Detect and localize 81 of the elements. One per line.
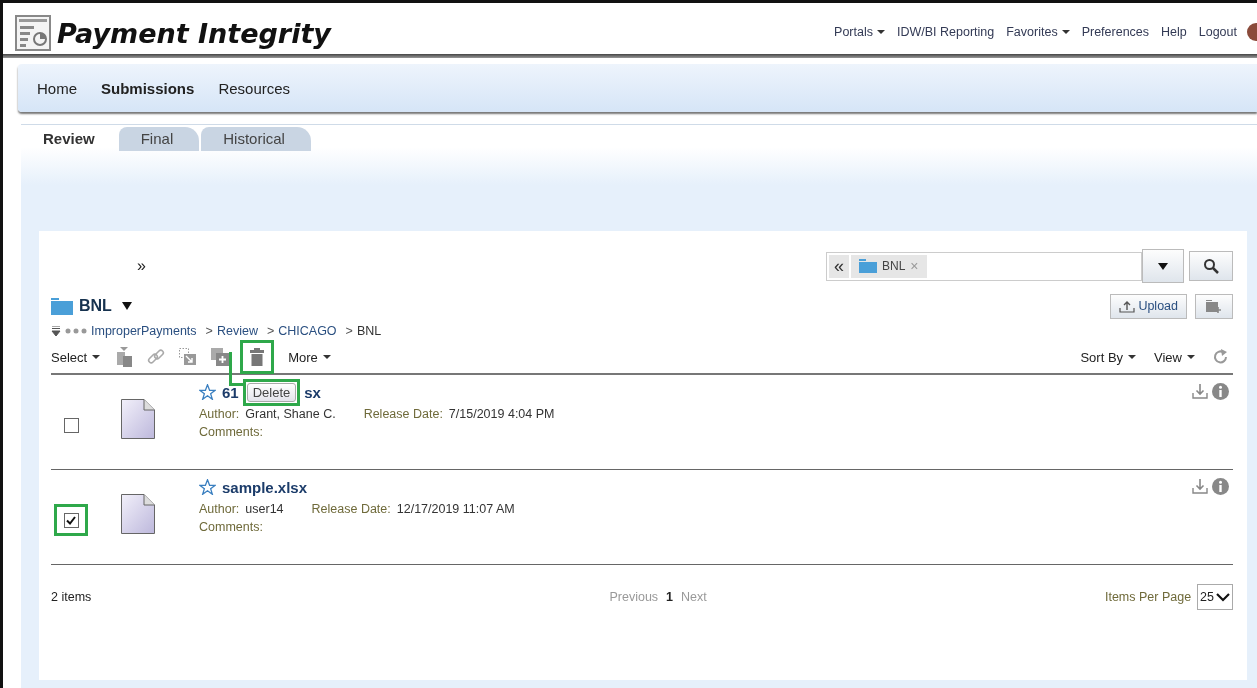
items-per-page-select[interactable]: 25 [1197,584,1233,610]
breadcrumb-separator: > [345,324,353,338]
upload-icon [1119,299,1136,313]
header-link[interactable]: Preferences [1081,25,1150,39]
page-number[interactable]: 1 [666,590,674,604]
more-dots-icon [65,328,87,334]
more-menu[interactable]: More [288,349,331,365]
field-label: Comments: [199,425,263,439]
app-title: Payment Integrity [57,17,331,49]
file-name-link[interactable]: sx [304,383,321,401]
documents-icon [115,347,134,367]
move-icon [179,348,198,366]
new-folder-button[interactable] [1195,293,1233,319]
author-value: user14 [245,502,284,516]
sort-menu[interactable]: Sort By [1080,349,1137,365]
date-value: 7/15/2019 4:04 PM [448,407,555,421]
checkbox[interactable] [63,512,79,528]
expand-button[interactable]: » [137,257,146,275]
toolbar-button[interactable] [240,340,275,374]
breadcrumb-separator: > [266,324,275,338]
folder-plus-icon [1206,299,1222,313]
tooltip: Delete [246,382,297,402]
trash-icon [250,348,265,366]
nav-item[interactable]: Submissions [101,79,195,97]
check-icon [66,515,76,525]
author-value: Grant, Shane C. [245,407,336,421]
copy-icon [211,348,230,366]
menu-link[interactable]: Portals [834,25,885,39]
breadcrumb-link[interactable]: Review [216,324,258,338]
select-menu[interactable]: Select [51,349,101,365]
search-icon [1203,258,1219,274]
item-count: 2 items [51,590,92,604]
file-name-link[interactable]: sample.xlsx [222,478,308,496]
link-icon [147,348,166,366]
tab[interactable]: Review [43,127,117,151]
view-menu[interactable]: View [1154,349,1195,365]
breadcrumb-link[interactable]: CHICAGO [278,324,337,338]
nav-item[interactable]: Home [37,79,77,97]
checkbox[interactable] [63,417,79,433]
collapse-button[interactable]: « [829,254,849,278]
header-link[interactable]: Logout [1198,25,1237,39]
header-link[interactable]: Help [1161,25,1187,39]
menu-link[interactable]: Favorites [1006,25,1070,39]
field-label: Author: [199,502,240,516]
search-field[interactable]: « BNL × [826,251,1142,281]
breadcrumb-link[interactable]: ImproperPayments [91,324,197,338]
field-label: Author: [199,407,240,421]
items-per-page-label: Items Per Page [1104,590,1192,604]
document-icon [121,494,155,534]
breadcrumb-separator: > [205,324,213,338]
document-icon [121,399,155,439]
tab[interactable]: Final [118,127,200,151]
dashboard-logo-icon [15,15,51,51]
folder-icon [51,297,73,315]
tab[interactable]: Historical [201,127,311,151]
avatar-icon[interactable] [1247,23,1257,41]
info-icon[interactable] [1212,478,1229,495]
search-button[interactable] [1189,251,1233,281]
star-icon[interactable] [199,384,216,400]
breadcrumb-link[interactable]: BNL [356,324,382,338]
field-label: Comments: [199,520,263,534]
chip-label: BNL [882,259,906,273]
download-icon[interactable] [1192,383,1208,399]
caret-icon[interactable] [121,302,132,310]
file-name-link[interactable]: 61 [222,383,239,401]
date-value: 12/17/2019 11:07 AM [396,502,515,516]
download-icon[interactable] [1192,478,1208,494]
folder-icon [859,259,877,273]
field-label: Release Date: [363,407,443,421]
header-link[interactable]: IDW/BI Reporting [896,25,995,39]
folder-chip[interactable]: BNL × [851,254,927,278]
dropdown-button[interactable] [1142,249,1184,283]
chevron-down-icon [1216,592,1230,602]
star-icon[interactable] [199,479,216,495]
refresh-icon[interactable] [1213,349,1229,365]
field-label: Release Date: [311,502,391,516]
collapse-down-icon [51,326,61,336]
folder-title[interactable]: BNL [79,297,112,315]
nav-item[interactable]: Resources [218,79,291,97]
info-icon[interactable] [1212,383,1229,400]
upload-button[interactable]: Upload [1110,293,1187,319]
